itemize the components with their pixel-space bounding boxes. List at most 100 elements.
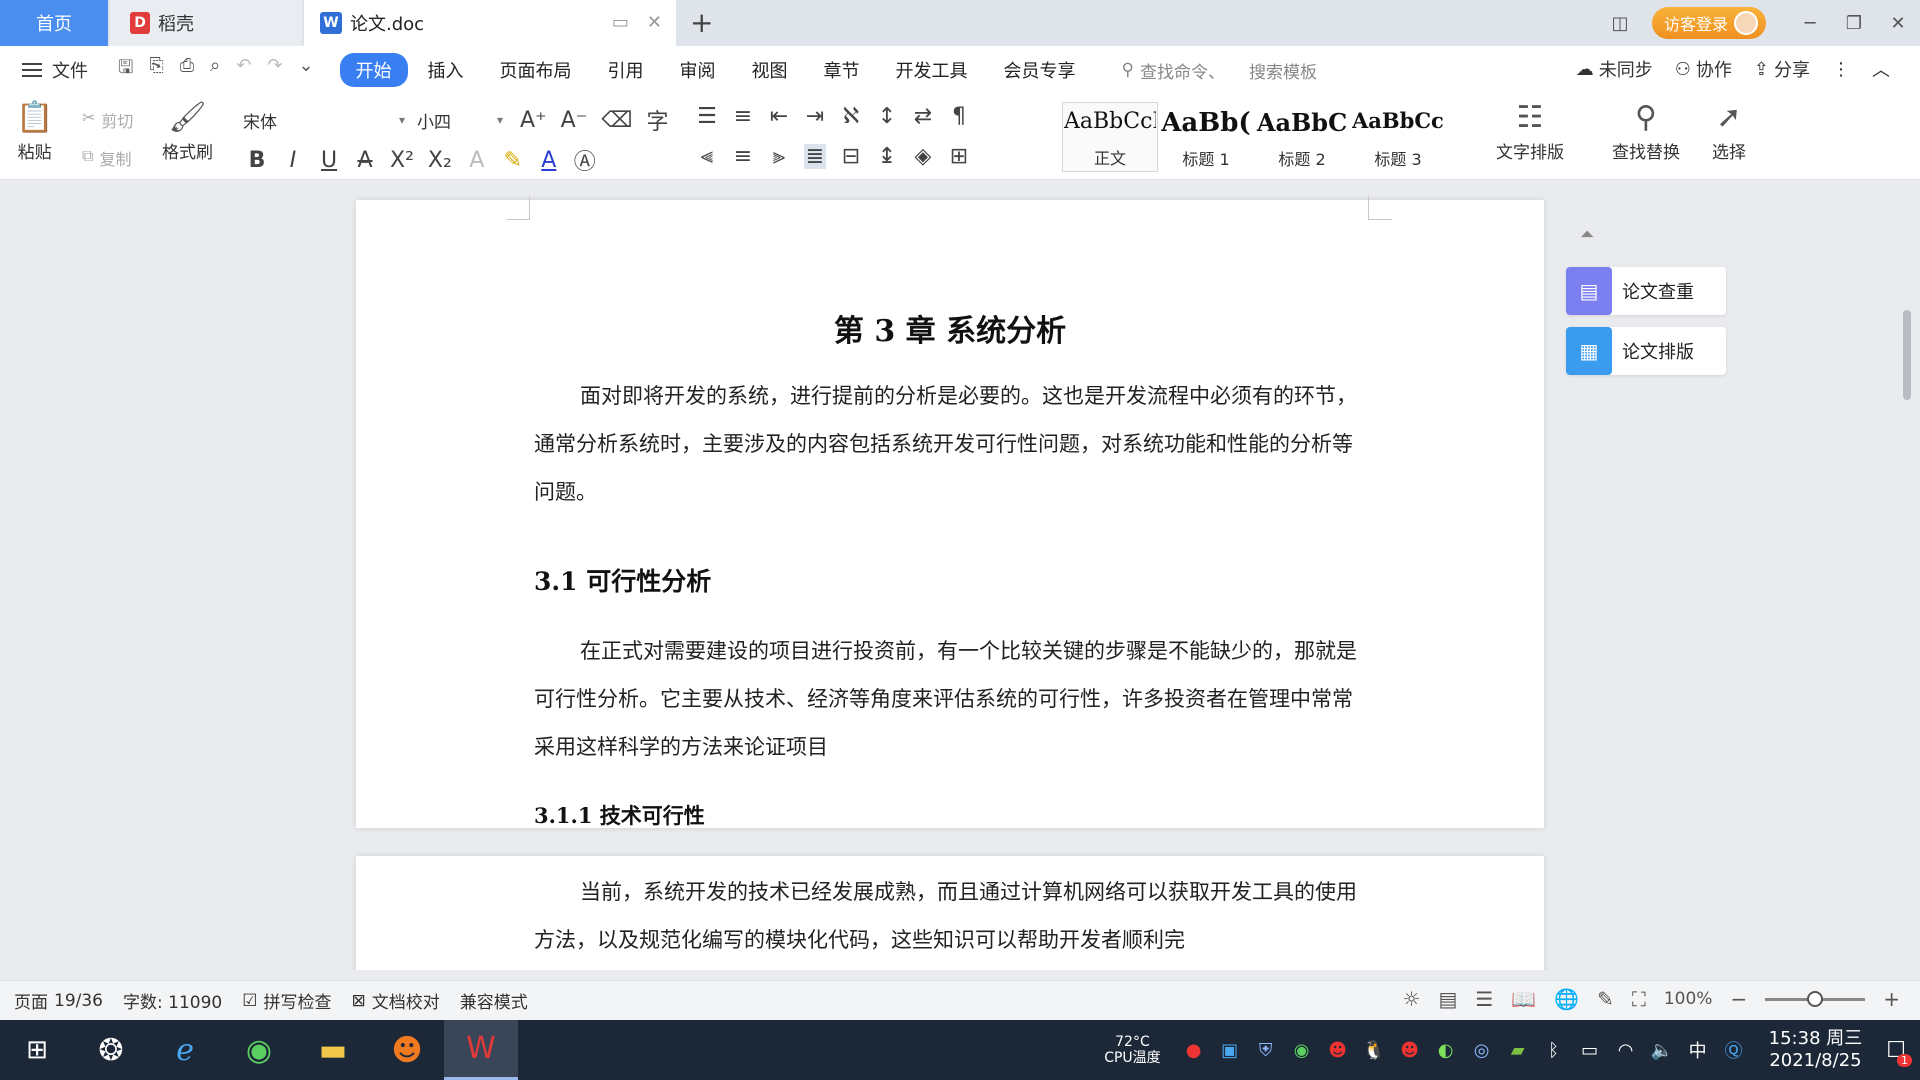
print-icon[interactable]: ⎙ (180, 55, 194, 85)
align-right-icon[interactable]: ⫸ (768, 144, 790, 169)
windows-start-icon[interactable]: ⊞ (0, 1020, 74, 1080)
reading-mode-icon[interactable]: ◫ (1598, 13, 1642, 34)
print-preview-icon[interactable]: ⌕ (210, 55, 220, 85)
document-page-next[interactable]: 当前，系统开发的技术已经发展成熟，而且通过计算机网络可以获取开发工具的使用方法，… (356, 856, 1544, 970)
minimize-icon[interactable]: ─ (1788, 13, 1832, 34)
align-left-icon[interactable]: ⫷ (696, 144, 718, 169)
thesis-layout-button[interactable]: ▦ 论文排版 (1566, 327, 1726, 375)
font-name-select[interactable]: 宋体 (238, 106, 410, 134)
char-border-icon[interactable]: Ⓐ (574, 144, 596, 176)
shield-icon[interactable]: ⛨ (1255, 1040, 1277, 1061)
tray-app-icon[interactable]: ☻ (1399, 1040, 1421, 1061)
tab-document[interactable]: W 论文.doc ▭ ✕ (304, 0, 676, 46)
tray-app-icon[interactable]: ▣ (1219, 1040, 1241, 1061)
file-explorer-icon[interactable]: ▬ (296, 1020, 370, 1080)
output-icon[interactable]: ⎘ (149, 55, 163, 85)
zoom-out-icon[interactable]: − (1730, 987, 1747, 1011)
cut-button[interactable]: ✂ 剪切 (82, 108, 133, 132)
tray-app-icon[interactable]: ◎ (1471, 1040, 1493, 1061)
web-view-icon[interactable]: 🌐 (1554, 987, 1579, 1011)
tray-app-icon[interactable]: ☻ (1327, 1040, 1349, 1061)
decrease-indent-icon[interactable]: ⇤ (768, 104, 790, 129)
text-effect-icon[interactable]: A (466, 148, 488, 173)
wifi-icon[interactable]: ◠ (1615, 1040, 1637, 1061)
strikethrough-icon[interactable]: A (354, 148, 376, 173)
clear-format-icon[interactable]: ⌫ (601, 108, 632, 133)
tray-app-icon[interactable]: ◉ (1291, 1040, 1313, 1061)
increase-indent-icon[interactable]: ⇥ (804, 104, 826, 129)
outline-view-icon[interactable]: ☰ (1475, 987, 1493, 1011)
shading-icon[interactable]: ◈ (912, 144, 934, 169)
tray-app-icon[interactable]: ● (1183, 1040, 1205, 1061)
write-mode-icon[interactable]: ✎ (1597, 987, 1614, 1011)
collapse-ribbon-icon[interactable]: ︿ (1872, 56, 1890, 82)
grow-font-icon[interactable]: A⁺ (520, 108, 547, 133)
distribute-icon[interactable]: ⊟ (840, 144, 862, 169)
line-spacing-icon[interactable]: ↨ (876, 144, 898, 169)
style-normal[interactable]: AaBbCcI 正文 (1062, 102, 1158, 172)
tab-references[interactable]: 引用 (592, 53, 660, 87)
restore-icon[interactable]: ❐ (1832, 13, 1876, 34)
redo-icon[interactable]: ↷ (267, 55, 282, 85)
wps-taskbar-icon[interactable]: W (444, 1020, 518, 1080)
ie-browser-icon[interactable]: ℯ (148, 1020, 222, 1080)
align-center-icon[interactable]: ≡ (732, 144, 754, 169)
tab-home-ribbon[interactable]: 开始 (339, 53, 408, 87)
document-area[interactable]: 第 3 章 系统分析 面对即将开发的系统，进行提前的分析是必要的。这也是开发流程… (0, 180, 1920, 970)
borders-icon[interactable]: ⊞ (948, 144, 970, 169)
file-menu[interactable]: 文件 (22, 57, 88, 83)
doc-proofread-button[interactable]: ⊠ 文档校对 (351, 988, 439, 1014)
superscript-icon[interactable]: X² (390, 148, 414, 173)
style-heading-1[interactable]: AaBb( 标题 1 (1158, 102, 1254, 172)
page-indicator[interactable]: 页面 19/36 (14, 988, 103, 1014)
tab-view[interactable]: 视图 (736, 53, 804, 87)
word-count[interactable]: 字数: 11090 (123, 988, 222, 1013)
justify-icon[interactable]: ≣ (804, 144, 826, 169)
copy-button[interactable]: ⧉ 复制 (82, 146, 131, 170)
select-button[interactable]: ➚ 选择 (1712, 102, 1746, 164)
tab-daoke[interactable]: D 稻壳 (110, 0, 302, 46)
vertical-scrollbar[interactable] (1900, 200, 1914, 970)
eye-protection-icon[interactable]: ☼ (1403, 987, 1421, 1011)
game-app-icon[interactable]: ☻ (370, 1020, 444, 1080)
shrink-font-icon[interactable]: A⁻ (561, 108, 588, 133)
zoom-in-icon[interactable]: + (1883, 987, 1900, 1011)
notification-center-icon[interactable]: ☐ 1 (1886, 1038, 1912, 1067)
find-replace-button[interactable]: ⚲ 查找替换 (1612, 102, 1680, 164)
chinese-layout-icon[interactable]: ℵ (840, 104, 862, 129)
system-clock[interactable]: 15:38 周三 2021/8/25 (1769, 1028, 1863, 1072)
search-tray-icon[interactable]: Ⓠ (1723, 1037, 1745, 1063)
phonetic-guide-icon[interactable]: 字 (646, 104, 668, 136)
reading-view-icon[interactable]: 📖 (1511, 987, 1536, 1011)
font-size-select[interactable]: 小四 (412, 106, 508, 134)
ime-indicator[interactable]: 中 (1687, 1037, 1709, 1063)
tab-review[interactable]: 审阅 (664, 53, 732, 87)
paste-button[interactable]: 📋 粘贴 (16, 102, 53, 164)
fit-page-icon[interactable]: ⛶ (1632, 987, 1646, 1011)
cpu-temperature[interactable]: 72°C CPU温度 (1104, 1034, 1160, 1066)
more-icon[interactable]: ⋮ (1832, 59, 1850, 80)
tab-page-layout[interactable]: 页面布局 (484, 53, 588, 87)
nvidia-icon[interactable]: ▰ (1507, 1040, 1529, 1061)
document-page[interactable]: 第 3 章 系统分析 面对即将开发的系统，进行提前的分析是必要的。这也是开发流程… (356, 196, 1544, 828)
scrollbar-thumb[interactable] (1903, 310, 1911, 400)
tab-chapter[interactable]: 章节 (808, 53, 876, 87)
thesis-check-button[interactable]: ▤ 论文查重 (1566, 267, 1726, 315)
save-icon[interactable]: 🖫 (118, 55, 133, 85)
collaborate-button[interactable]: ⚇ 协作 (1675, 56, 1732, 82)
text-direction-icon[interactable]: ⇄ (912, 104, 934, 129)
subscript-icon[interactable]: X₂ (428, 148, 452, 173)
tab-developer[interactable]: 开发工具 (880, 53, 984, 87)
page-view-icon[interactable]: ▤ (1438, 987, 1457, 1011)
text-layout-button[interactable]: ☷ 文字排版 (1496, 102, 1564, 164)
bold-icon[interactable]: B (246, 148, 268, 173)
tab-home[interactable]: 首页 (0, 0, 108, 46)
search-app-icon[interactable]: ❂ (74, 1020, 148, 1080)
highlight-icon[interactable]: ✎ (502, 148, 524, 173)
format-painter-button[interactable]: 🖌 格式刷 (162, 102, 213, 164)
wechat-icon[interactable]: ◐ (1435, 1040, 1457, 1061)
volume-icon[interactable]: 🔈 (1651, 1040, 1673, 1061)
new-tab-icon[interactable]: + (690, 6, 713, 39)
zoom-slider[interactable] (1765, 990, 1866, 1007)
show-marks-icon[interactable]: ¶ (948, 104, 970, 129)
